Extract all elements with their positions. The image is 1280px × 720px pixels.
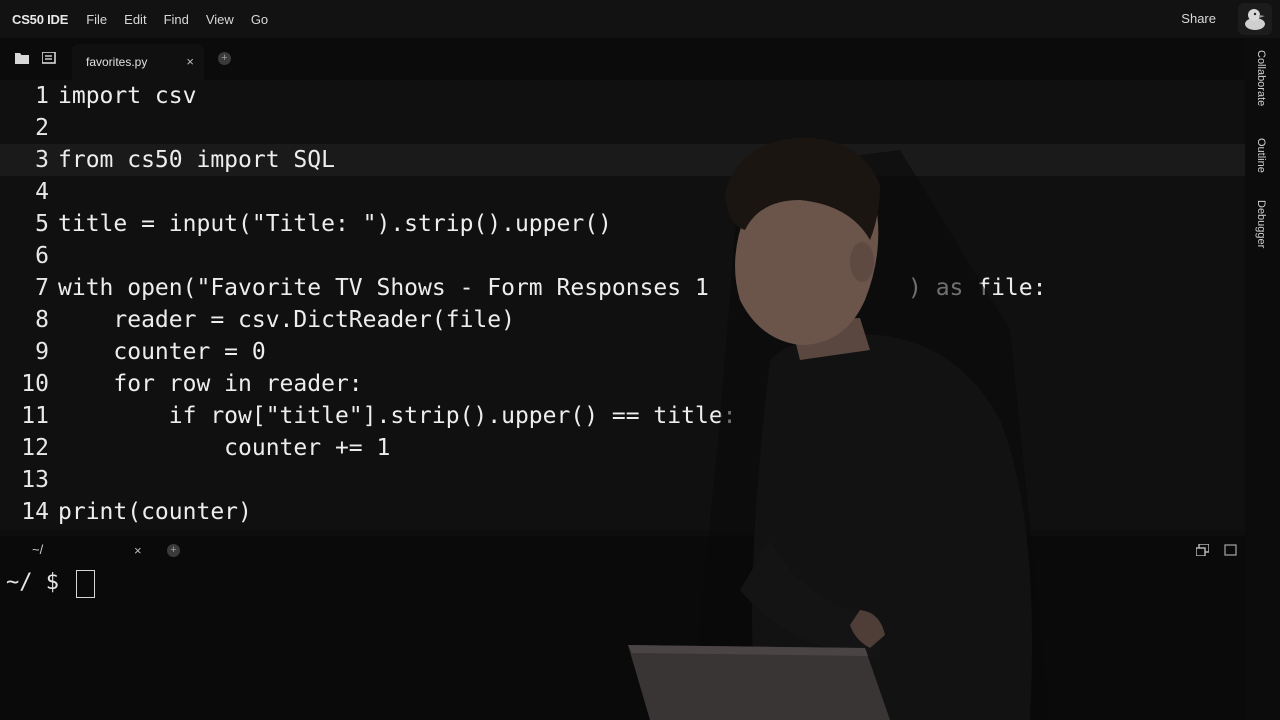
- tab-label: favorites.py: [86, 55, 148, 69]
- right-sidebar: Collaborate Outline Debugger: [1245, 38, 1280, 720]
- code-line-14: 14 print(counter): [0, 496, 1245, 528]
- rail-collaborate[interactable]: Collaborate: [1255, 50, 1267, 106]
- line-number: 14: [21, 499, 49, 525]
- code-line-2: 2: [0, 112, 1245, 144]
- code-line-12: 12 counter += 1: [0, 432, 1245, 464]
- line-code: print(counter): [58, 499, 252, 525]
- code-line-6: 6: [0, 240, 1245, 272]
- menu-file[interactable]: File: [86, 12, 107, 27]
- line-number: 1: [35, 83, 49, 109]
- share-button[interactable]: Share: [1181, 11, 1216, 26]
- terminal-tab-bar: ~/ × +: [0, 536, 1245, 566]
- duck-avatar-icon: [1245, 9, 1265, 30]
- file-list-icon[interactable]: [42, 52, 56, 64]
- line-number: 4: [35, 179, 49, 205]
- restore-panel-icon[interactable]: [1196, 544, 1209, 556]
- add-tab-icon[interactable]: +: [218, 52, 231, 65]
- code-line-4: 4: [0, 176, 1245, 208]
- line-number: 6: [35, 243, 49, 269]
- user-avatar[interactable]: [1238, 3, 1272, 35]
- menu-go[interactable]: Go: [251, 12, 268, 27]
- line-code: with open("Favorite TV Shows - Form Resp…: [58, 275, 709, 301]
- code-line-1: 1 import csv: [0, 80, 1245, 112]
- line-code: from cs50 import SQL: [58, 147, 335, 173]
- terminal[interactable]: ~/ $: [0, 566, 1245, 720]
- app-brand[interactable]: CS50 IDE: [12, 12, 68, 27]
- rail-outline[interactable]: Outline: [1255, 138, 1267, 173]
- menu-bar: CS50 IDE File Edit Find View Go Share: [0, 0, 1280, 38]
- terminal-tab-close-icon[interactable]: ×: [134, 543, 142, 558]
- tab-close-icon[interactable]: ×: [186, 54, 194, 69]
- code-editor[interactable]: 1 import csv 2 3 from cs50 import SQL 4 5t…: [0, 80, 1245, 530]
- code-line-3-active: 3 from cs50 import SQL: [0, 144, 1245, 176]
- line-code: counter = 0: [58, 339, 266, 365]
- code-line-9: 9 counter = 0: [0, 336, 1245, 368]
- line-code: if row["title"].strip().upper() == title…: [58, 403, 737, 429]
- line-code: for row in reader:: [58, 371, 363, 397]
- terminal-add-tab-icon[interactable]: +: [167, 544, 180, 557]
- line-code: title = input("Title: ").strip().upper(): [58, 211, 612, 237]
- line-number: 12: [21, 435, 49, 461]
- terminal-cursor: [76, 570, 95, 598]
- editor-tab-bar: favorites.py × +: [0, 38, 1245, 80]
- line-code: reader = csv.DictReader(file): [58, 307, 515, 333]
- line-number: 7: [35, 275, 49, 301]
- code-line-10: 10 for row in reader:: [0, 368, 1245, 400]
- code-line-11: 11 if row["title"].strip().upper() == ti…: [0, 400, 1245, 432]
- tab-favorites-py[interactable]: favorites.py ×: [72, 44, 204, 80]
- line-code: import csv: [58, 83, 197, 109]
- code-line-5: 5 title = input("Title: ").strip().upper(…: [0, 208, 1245, 240]
- line-code: counter += 1: [58, 435, 391, 461]
- rail-debugger[interactable]: Debugger: [1255, 200, 1267, 248]
- menu-view[interactable]: View: [206, 12, 234, 27]
- maximize-panel-icon[interactable]: [1224, 544, 1237, 556]
- menu-edit[interactable]: Edit: [124, 12, 146, 27]
- code-line-13: 13: [0, 464, 1245, 496]
- line-number: 13: [21, 467, 49, 493]
- terminal-tab-label[interactable]: ~/: [32, 542, 43, 557]
- code-line-7: 7 with open("Favorite TV Shows - Form Res…: [0, 272, 1245, 304]
- line-code-tail: ) as file:: [908, 275, 1047, 301]
- terminal-prompt: ~/ $: [6, 570, 73, 595]
- line-number: 3: [35, 147, 49, 173]
- menu-find[interactable]: Find: [164, 12, 189, 27]
- folder-icon[interactable]: [15, 52, 29, 64]
- line-number: 10: [21, 371, 49, 397]
- line-number: 2: [35, 115, 49, 141]
- code-line-8: 8 reader = csv.DictReader(file): [0, 304, 1245, 336]
- line-number: 9: [35, 339, 49, 365]
- line-number: 8: [35, 307, 49, 333]
- line-number: 11: [21, 403, 49, 429]
- line-number: 5: [35, 211, 49, 237]
